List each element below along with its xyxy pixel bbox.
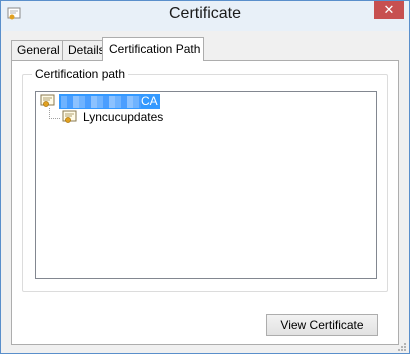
- group-label: Certification path: [32, 67, 129, 81]
- close-button[interactable]: ✕: [374, 1, 404, 19]
- tree-node-label: Lyncucupdates: [83, 110, 164, 124]
- tree-connector: [49, 108, 60, 119]
- certification-path-panel: Certification path CA Lyncucupdates View…: [11, 60, 399, 345]
- certificate-icon: [62, 110, 78, 124]
- certificate-icon: [40, 94, 56, 108]
- window-title: Certificate: [168, 5, 242, 22]
- title-bar[interactable]: Certificate ✕: [1, 1, 409, 31]
- tab-details[interactable]: Details: [62, 40, 107, 60]
- resize-grip-icon[interactable]: [397, 341, 407, 351]
- certificate-dialog: Certificate ✕ General Details Certificat…: [0, 0, 410, 354]
- tree-node-label: CA: [59, 94, 160, 109]
- close-icon: ✕: [383, 2, 395, 17]
- tab-certification-path[interactable]: Certification Path: [102, 37, 204, 61]
- tree-node-suffix: CA: [141, 94, 158, 108]
- certification-path-tree[interactable]: CA Lyncucupdates: [35, 91, 377, 279]
- tab-general[interactable]: General: [11, 40, 63, 60]
- view-certificate-button[interactable]: View Certificate: [266, 314, 378, 336]
- certification-path-group: Certification path CA Lyncucupdates: [22, 67, 388, 292]
- obscured-name: [61, 95, 141, 108]
